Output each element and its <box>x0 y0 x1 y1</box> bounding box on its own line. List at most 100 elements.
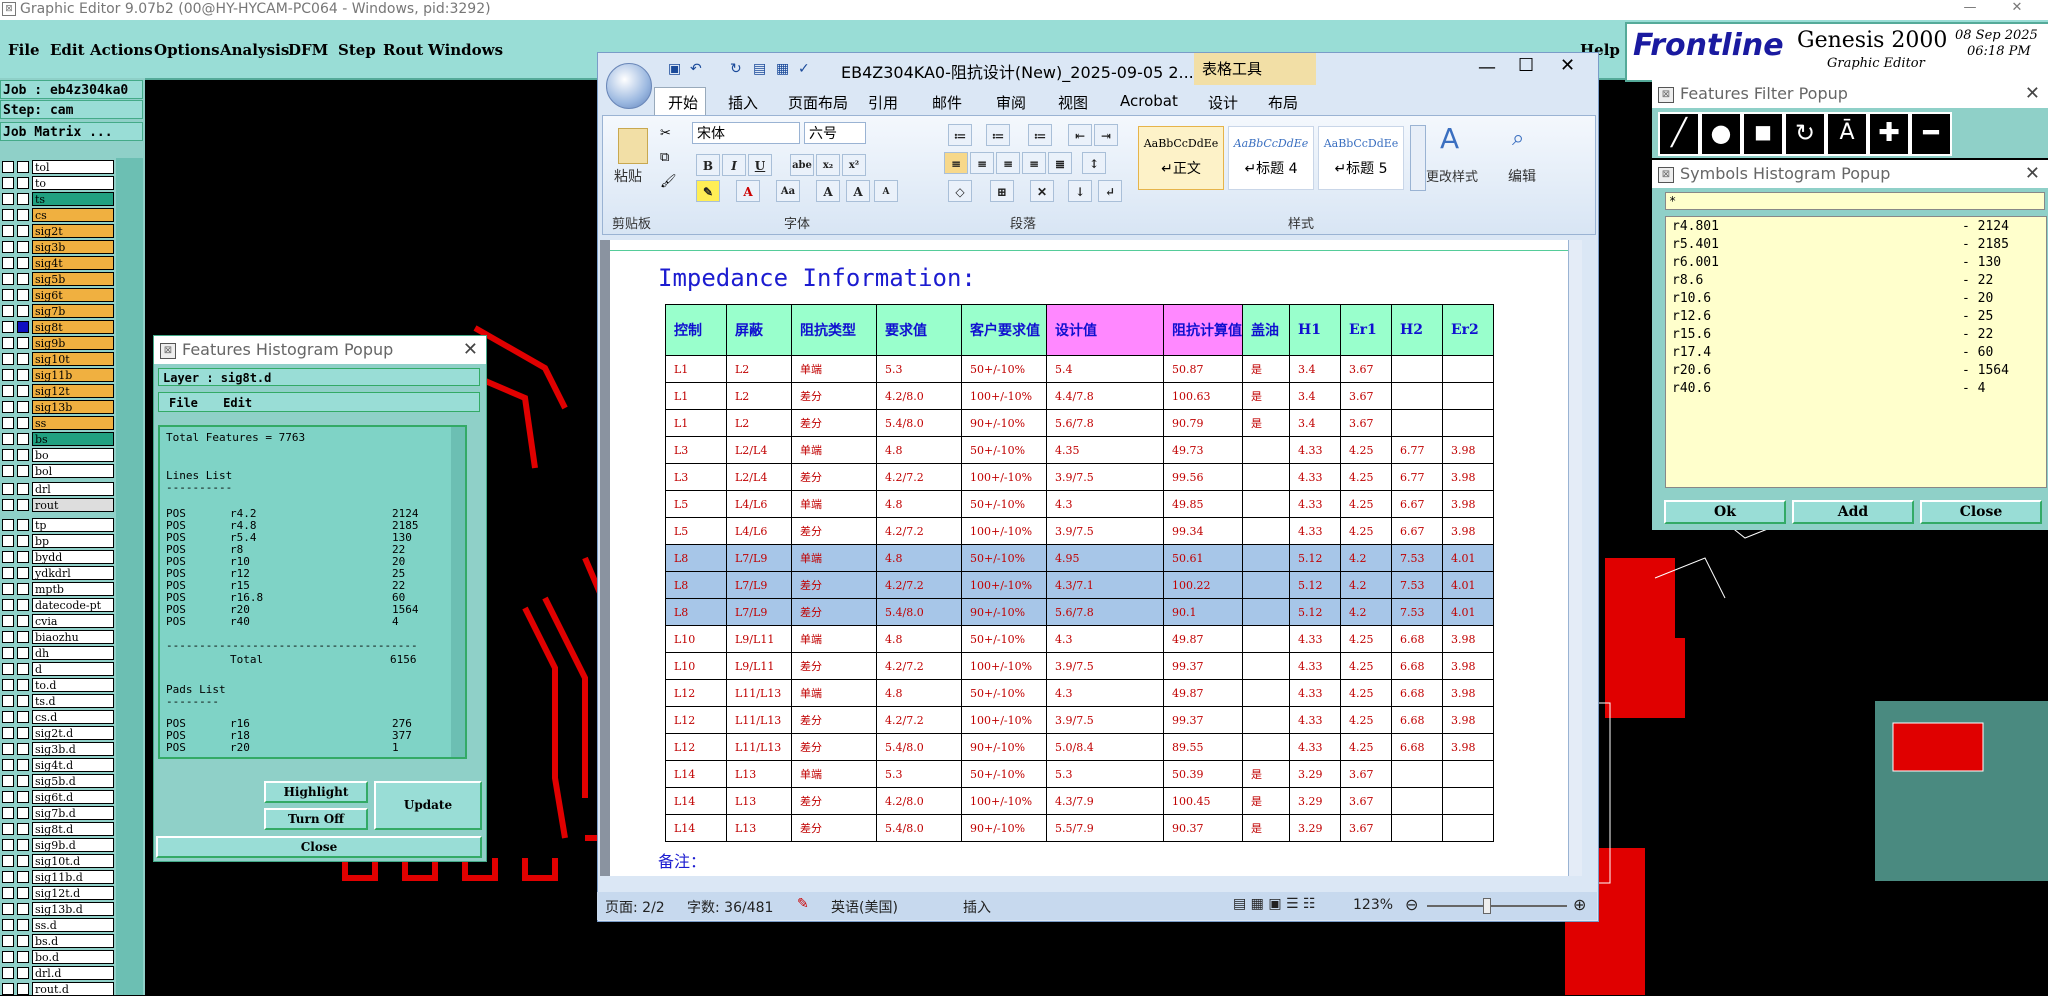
layer-display-box[interactable] <box>17 647 29 659</box>
table-cell[interactable]: 差分 <box>791 733 877 761</box>
symbol-row[interactable]: r10.6 - 20 <box>1672 291 2032 309</box>
layer-checkbox[interactable] <box>2 177 14 189</box>
layer-name[interactable]: dh <box>32 646 114 660</box>
table-row[interactable]: L1 L2 差分 5.4/8.0 90+/-10% 5.6/7.8 90.79 是 3.4 3.6… <box>665 409 1494 437</box>
layer-display-box[interactable] <box>17 337 29 349</box>
table-cell[interactable]: L9/L11 <box>726 625 792 653</box>
table-cell[interactable]: 差分 <box>791 409 877 437</box>
table-cell[interactable]: 49.73 <box>1163 436 1243 464</box>
table-cell[interactable]: 5.3 <box>1046 760 1164 788</box>
table-row[interactable]: L3 L2/L4 差分 4.2/7.2 100+/-10% 3.9/7.5 99.56 4.3… <box>665 463 1494 491</box>
table-cell[interactable]: L14 <box>665 814 727 842</box>
table-cell[interactable] <box>1391 355 1443 383</box>
layer-name[interactable]: sig9b.d <box>32 838 114 852</box>
table-cell[interactable]: 是 <box>1242 409 1290 437</box>
table-cell[interactable]: 4.25 <box>1340 733 1392 761</box>
layer-row[interactable]: sig6t.d <box>0 790 145 804</box>
table-cell[interactable]: 4.2/7.2 <box>876 571 962 599</box>
table-cell[interactable]: 4.33 <box>1289 490 1341 518</box>
menu-edit[interactable]: Edit <box>50 41 85 59</box>
fh-menu-edit[interactable]: Edit <box>223 396 252 410</box>
layer-row[interactable]: cvia <box>0 614 145 628</box>
layer-name[interactable]: sig10t <box>32 352 114 366</box>
table-cell[interactable]: L8 <box>665 598 727 626</box>
table-cell[interactable]: 5.6/7.8 <box>1046 409 1164 437</box>
table-cell[interactable]: 4.3 <box>1046 625 1164 653</box>
layer-display-box[interactable] <box>17 241 29 253</box>
table-cell[interactable]: 4.25 <box>1340 706 1392 734</box>
column-header[interactable]: 盖油 <box>1242 304 1290 356</box>
table-cell[interactable]: 50+/-10% <box>961 436 1047 464</box>
layer-display-box[interactable] <box>17 257 29 269</box>
layer-checkbox[interactable] <box>2 775 14 787</box>
table-cell[interactable]: L11/L13 <box>726 679 792 707</box>
table-cell[interactable]: 是 <box>1242 814 1290 842</box>
arc-tool-icon[interactable]: ↻ <box>1784 112 1826 156</box>
table-cell[interactable]: 4.2/7.2 <box>876 706 962 734</box>
layer-display-box[interactable] <box>17 631 29 643</box>
table-cell[interactable]: 4.2/8.0 <box>876 382 962 410</box>
bullets-button[interactable]: ≔ <box>948 124 972 146</box>
table-cell[interactable]: 89.55 <box>1163 733 1243 761</box>
layer-checkbox[interactable] <box>2 631 14 643</box>
layer-row[interactable]: sig4t.d <box>0 758 145 772</box>
close-icon[interactable]: ✕ <box>463 336 478 364</box>
table-cell[interactable]: 4.33 <box>1289 679 1341 707</box>
layer-row[interactable]: datecode-pt <box>0 598 145 612</box>
layer-name[interactable]: sig4t.d <box>32 758 114 772</box>
menu-actions[interactable]: Actions <box>90 41 153 59</box>
layer-row[interactable]: sig5b <box>0 272 145 286</box>
table-cell[interactable]: 差分 <box>791 382 877 410</box>
table-cell[interactable]: 50.39 <box>1163 760 1243 788</box>
font-size-select[interactable]: 六号 <box>804 122 866 144</box>
layer-row[interactable]: bo <box>0 448 145 462</box>
layer-row[interactable]: d <box>0 662 145 676</box>
layer-row[interactable]: cs.d <box>0 710 145 724</box>
table-cell[interactable]: L2/L4 <box>726 436 792 464</box>
layer-name[interactable]: sig5b.d <box>32 774 114 788</box>
word-count[interactable]: 字数: 36/481 <box>687 897 773 917</box>
justify-button[interactable]: ≡ <box>1022 152 1046 174</box>
table-cell[interactable]: L11/L13 <box>726 706 792 734</box>
font-color-button[interactable]: A <box>736 180 760 202</box>
layer-name[interactable]: sig3b <box>32 240 114 254</box>
table-cell[interactable]: 4.25 <box>1340 679 1392 707</box>
table-cell[interactable]: 是 <box>1242 787 1290 815</box>
edit-label[interactable]: 编辑 <box>1508 166 1536 186</box>
table-cell[interactable]: 5.12 <box>1289 544 1341 572</box>
table-cell[interactable]: 5.3 <box>876 355 962 383</box>
layer-display-box[interactable] <box>17 551 29 563</box>
table-cell[interactable]: 单端 <box>791 625 877 653</box>
table-cell[interactable]: 4.2/7.2 <box>876 652 962 680</box>
table-cell[interactable]: L10 <box>665 625 727 653</box>
table-cell[interactable]: 6.68 <box>1391 625 1443 653</box>
layer-checkbox[interactable] <box>2 711 14 723</box>
layer-display-box[interactable] <box>17 823 29 835</box>
table-cell[interactable]: 3.67 <box>1340 787 1392 815</box>
table-cell[interactable]: L2 <box>726 409 792 437</box>
table-cell[interactable]: 4.2 <box>1340 571 1392 599</box>
table-cell[interactable]: 90+/-10% <box>961 814 1047 842</box>
layer-name[interactable]: rout.d <box>32 982 114 996</box>
layer-display-box[interactable] <box>17 177 29 189</box>
paste-icon[interactable] <box>618 128 648 164</box>
table-cell[interactable]: 99.56 <box>1163 463 1243 491</box>
strike-button[interactable]: abe <box>790 154 814 176</box>
style-2[interactable]: AaBbCcDdEe ↵标题 5 <box>1318 126 1404 190</box>
layer-checkbox[interactable] <box>2 483 14 495</box>
layer-checkbox[interactable] <box>2 583 14 595</box>
find-icon[interactable]: ⌕ <box>1512 126 1524 151</box>
table-cell[interactable]: L7/L9 <box>726 544 792 572</box>
layer-display-box[interactable] <box>17 321 29 333</box>
column-header[interactable]: 阻抗计算值 <box>1163 304 1243 356</box>
table-cell[interactable]: 差分 <box>791 787 877 815</box>
layer-checkbox[interactable] <box>2 839 14 851</box>
layer-display-box[interactable] <box>17 209 29 221</box>
style-0[interactable]: AaBbCcDdEe ↵正文 <box>1138 126 1224 190</box>
symbol-row[interactable]: r15.6 - 22 <box>1672 327 2032 345</box>
layer-checkbox[interactable] <box>2 305 14 317</box>
add-filter-icon[interactable]: ✚ <box>1868 112 1910 156</box>
cut-icon[interactable]: ✂ <box>660 126 671 141</box>
table-cell[interactable]: L1 <box>665 382 727 410</box>
layer-row[interactable]: sig2t <box>0 224 145 238</box>
